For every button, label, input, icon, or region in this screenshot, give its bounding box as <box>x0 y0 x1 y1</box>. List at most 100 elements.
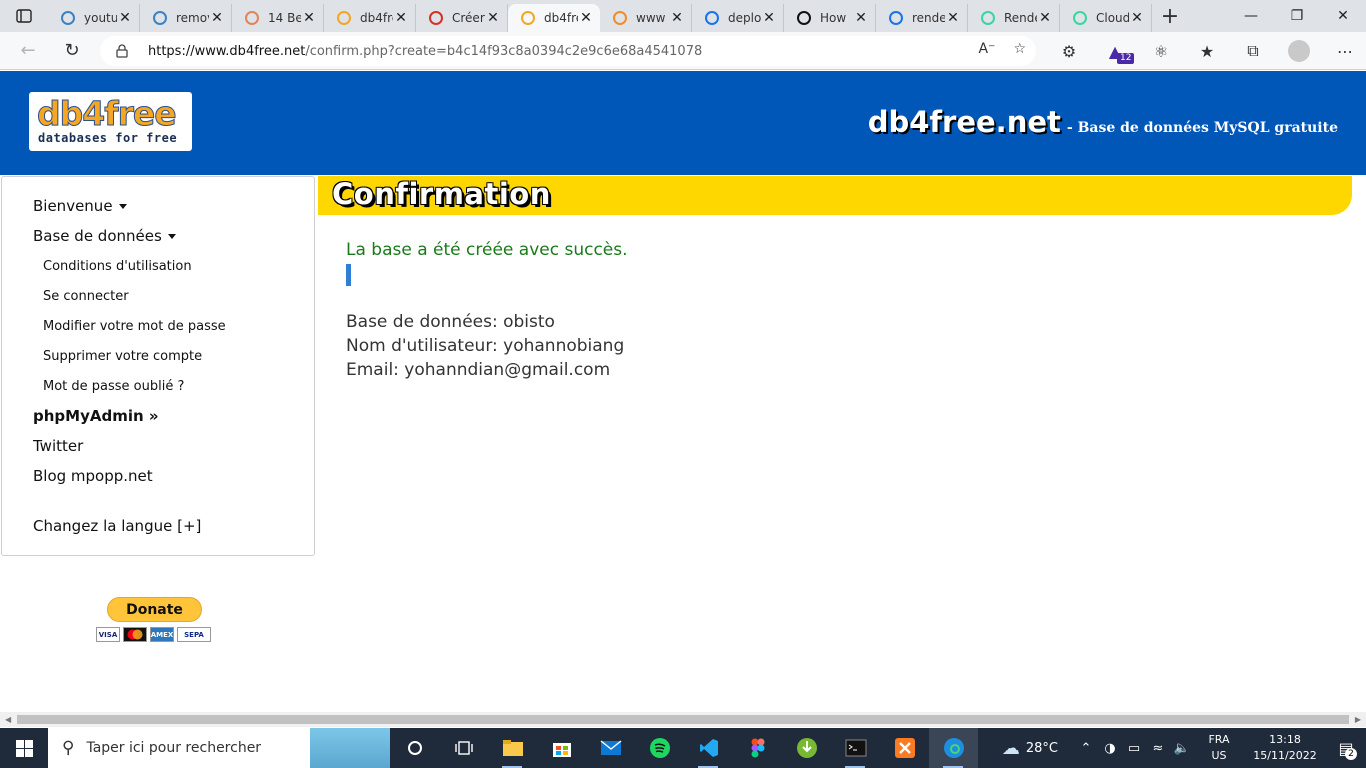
collections-icon[interactable]: ⧉ <box>1230 36 1276 66</box>
browser-tab[interactable]: youtube✕ <box>48 4 140 32</box>
search-favicon-icon <box>888 10 904 26</box>
browser-tab[interactable]: Render✕ <box>968 4 1060 32</box>
ha-favicon-icon <box>244 10 260 26</box>
nav-login[interactable]: Se connecter <box>43 289 129 304</box>
terminal-icon[interactable] <box>831 728 880 768</box>
page-heading-band: Confirmation <box>318 176 1352 215</box>
close-window-button[interactable]: ✕ <box>1320 0 1366 32</box>
nav-forgot-password[interactable]: Mot de passe oublié ? <box>43 379 184 394</box>
horizontal-scrollbar[interactable]: ◀ ▶ <box>0 712 1366 727</box>
browser-tab[interactable]: render✕ <box>876 4 968 32</box>
menu-dots-icon[interactable]: ⋯ <box>1322 36 1366 66</box>
volume-icon[interactable]: 🔈 <box>1170 741 1194 756</box>
minimize-button[interactable]: — <box>1228 0 1274 32</box>
cortana-icon[interactable] <box>390 728 439 768</box>
site-title: db4free.net - Base de données MySQL grat… <box>868 105 1338 139</box>
battery-icon[interactable]: ▭ <box>1122 741 1146 756</box>
profile-avatar[interactable] <box>1276 36 1322 66</box>
tab-close-icon[interactable]: ✕ <box>1037 10 1053 26</box>
tab-close-icon[interactable]: ✕ <box>485 10 501 26</box>
start-button[interactable] <box>0 728 48 768</box>
tab-close-icon[interactable]: ✕ <box>301 10 317 26</box>
nav-blog[interactable]: Blog mpopp.net <box>33 467 153 485</box>
chevron-up-icon[interactable]: ⌃ <box>1074 741 1098 756</box>
new-tab-button[interactable]: + <box>1152 4 1188 29</box>
address-bar[interactable]: https://www.db4free.net/confirm.php?crea… <box>100 36 1036 66</box>
back-button[interactable]: ← <box>8 35 48 67</box>
url-path: /confirm.php?create=b4c14f93c8a0394c2e9c… <box>305 43 703 59</box>
favorites-icon[interactable]: ★ <box>1184 36 1230 66</box>
browser-tab-label: remove <box>176 11 209 25</box>
xampp-icon[interactable] <box>880 728 929 768</box>
browser-tab[interactable]: How ✕ <box>784 4 876 32</box>
success-message: La base a été créée avec succès. <box>346 240 628 260</box>
search-favicon-icon <box>152 10 168 26</box>
browser-tab-label: render <box>912 11 945 25</box>
back-arrow-icon: ← <box>20 40 36 61</box>
utorrent-icon[interactable] <box>782 728 831 768</box>
browser-tab[interactable]: www ✕ <box>600 4 692 32</box>
nav-twitter[interactable]: Twitter <box>33 437 83 455</box>
edge-browser-icon[interactable] <box>929 728 978 768</box>
nav-delete-account[interactable]: Supprimer votre compte <box>43 349 202 364</box>
store-icon[interactable] <box>537 728 586 768</box>
browser-tab-label: 14 Best <box>268 11 301 25</box>
nav-change-password[interactable]: Modifier votre mot de passe <box>43 319 226 334</box>
caret-down-icon <box>167 234 176 239</box>
restore-button[interactable]: ❐ <box>1274 0 1320 32</box>
meet-now-icon[interactable]: ◑ <box>1098 741 1122 756</box>
scroll-left-icon[interactable]: ◀ <box>5 715 11 724</box>
browser-tab-bar: youtube✕remove✕14 Best✕db4free✕Créer✕db4… <box>0 0 1366 32</box>
collections-badge-icon[interactable]: ▲ 12 <box>1092 36 1138 66</box>
donate-button[interactable]: Donate <box>107 597 202 622</box>
tab-close-icon[interactable]: ✕ <box>209 10 225 26</box>
file-explorer-icon[interactable] <box>488 728 537 768</box>
tab-close-icon[interactable]: ✕ <box>853 10 869 26</box>
tab-close-icon[interactable]: ✕ <box>945 10 961 26</box>
search-favicon-icon <box>60 10 76 26</box>
browser-tab-label: Cloud <box>1096 11 1129 25</box>
extensions-icon[interactable]: ⚛ <box>1138 36 1184 66</box>
tab-close-icon[interactable]: ✕ <box>761 10 777 26</box>
browser-tab[interactable]: Cloud ✕ <box>1060 4 1152 32</box>
nav-terms[interactable]: Conditions d'utilisation <box>43 259 192 274</box>
nav-databases[interactable]: Base de données <box>33 227 176 245</box>
wifi-icon[interactable]: ≈ <box>1146 741 1170 756</box>
db4free-logo[interactable]: db4free databases for free <box>29 92 192 151</box>
browser-tab[interactable]: db4free✕ <box>508 4 600 32</box>
nav-welcome[interactable]: Bienvenue <box>33 197 127 215</box>
tab-close-icon[interactable]: ✕ <box>393 10 409 26</box>
figma-icon[interactable] <box>733 728 782 768</box>
tab-close-icon[interactable]: ✕ <box>1129 10 1145 26</box>
main-content: La base a été créée avec succès. Base de… <box>346 240 628 382</box>
tab-close-icon[interactable]: ✕ <box>117 10 133 26</box>
performance-icon[interactable]: ⚙ <box>1046 36 1092 66</box>
spotify-icon[interactable] <box>635 728 684 768</box>
site-header: db4free databases for free db4free.net -… <box>0 71 1366 175</box>
browser-tab[interactable]: Créer ✕ <box>416 4 508 32</box>
scrollbar-thumb[interactable] <box>17 715 1349 724</box>
tab-close-icon[interactable]: ✕ <box>578 10 594 26</box>
detail-username: Nom d'utilisateur: yohannobiang <box>346 336 625 356</box>
tab-close-icon[interactable]: ✕ <box>669 10 685 26</box>
browser-tab[interactable]: remove✕ <box>140 4 232 32</box>
nav-phpmyadmin[interactable]: phpMyAdmin » <box>33 407 159 425</box>
weather-widget[interactable]: ☁ 28°C <box>1002 738 1058 759</box>
add-favorite-icon[interactable]: ☆ <box>1013 41 1026 57</box>
notification-center[interactable]: ▤ 2 <box>1326 728 1366 768</box>
language-indicator[interactable]: FRA US <box>1202 732 1236 764</box>
read-aloud-icon[interactable]: A⁻ <box>978 41 995 57</box>
task-view-icon[interactable] <box>439 728 488 768</box>
nav-language[interactable]: Changez la langue [+] <box>33 517 201 535</box>
tab-actions-button[interactable] <box>0 0 48 32</box>
mail-icon[interactable] <box>586 728 635 768</box>
vscode-icon[interactable] <box>684 728 733 768</box>
browser-tab[interactable]: deploy✕ <box>692 4 784 32</box>
caret-down-icon <box>118 204 127 209</box>
scroll-right-icon[interactable]: ▶ <box>1355 715 1361 724</box>
clock[interactable]: 13:18 15/11/2022 <box>1244 732 1326 764</box>
browser-tab[interactable]: db4free✕ <box>324 4 416 32</box>
taskbar-search[interactable]: ⚲ Taper ici pour rechercher <box>48 728 390 768</box>
refresh-button[interactable]: ↻ <box>52 35 92 67</box>
browser-tab[interactable]: 14 Best✕ <box>232 4 324 32</box>
